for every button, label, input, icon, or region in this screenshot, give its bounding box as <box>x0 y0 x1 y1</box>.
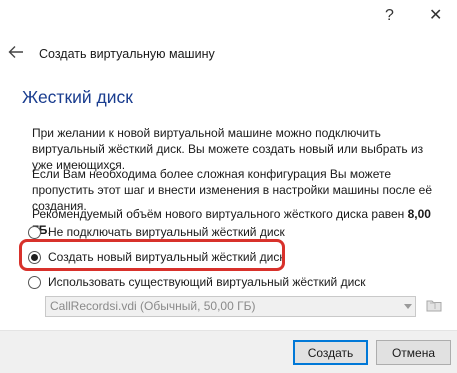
close-button[interactable]: ✕ <box>429 8 442 24</box>
create-button[interactable]: Создать <box>293 340 368 365</box>
option-use-existing-disk[interactable]: Использовать существующий виртуальный жё… <box>28 273 366 291</box>
page-title: Жесткий диск <box>22 87 133 107</box>
folder-icon <box>426 300 442 312</box>
highlight-annotation <box>19 239 285 271</box>
back-button[interactable] <box>8 45 24 59</box>
choose-disk-button[interactable] <box>426 297 442 313</box>
chevron-down-icon <box>404 304 412 309</box>
radio-button[interactable] <box>28 225 41 239</box>
help-button[interactable]: ? <box>385 8 394 24</box>
existing-disk-select[interactable]: CallRecordsi.vdi (Обычный, 50,00 ГБ) <box>45 296 416 317</box>
option-label: Не подключать виртуальный жёсткий диск <box>48 225 285 239</box>
arrow-left-icon <box>8 46 23 58</box>
wizard-title: Создать виртуальную машину <box>39 47 215 61</box>
radio-button[interactable] <box>28 275 41 289</box>
recommended-size-prefix: Рекомендуемый объём нового виртуального … <box>32 207 408 221</box>
existing-disk-value: CallRecordsi.vdi (Обычный, 50,00 ГБ) <box>50 299 256 313</box>
option-label: Использовать существующий виртуальный жё… <box>48 275 366 289</box>
cancel-button[interactable]: Отмена <box>376 340 451 365</box>
